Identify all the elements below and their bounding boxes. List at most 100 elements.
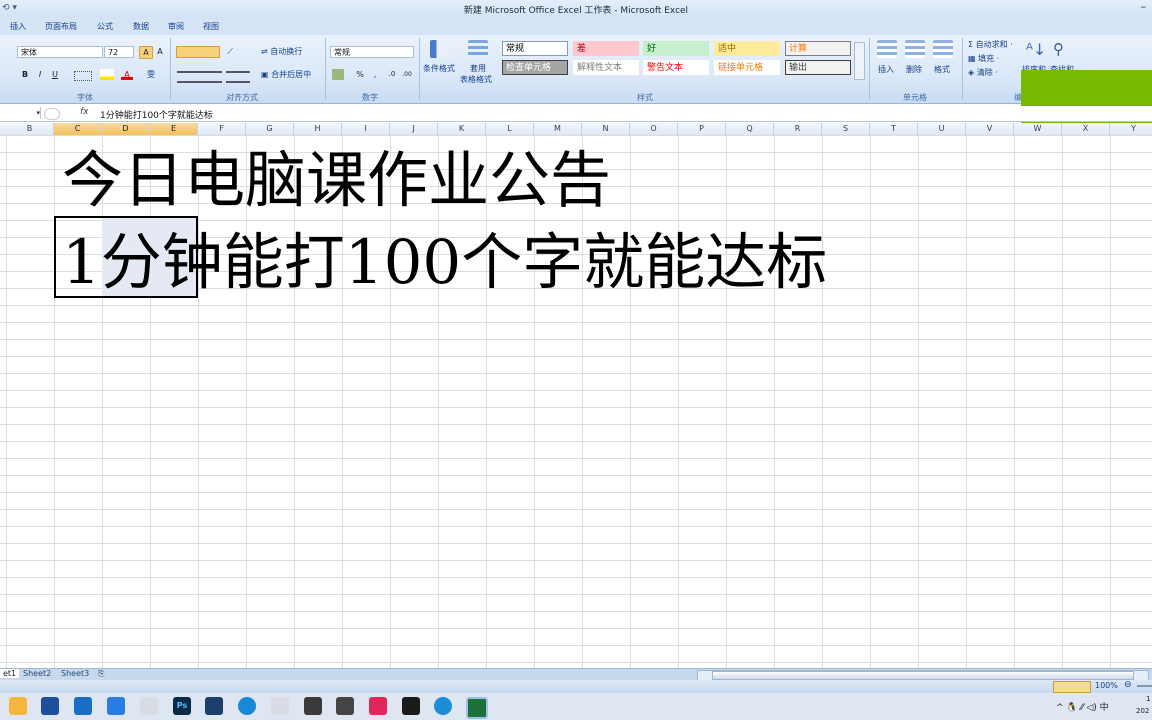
insert-sheet-icon[interactable]: ⎘: [98, 669, 104, 679]
column-header-n[interactable]: N: [582, 123, 630, 135]
zoom-slider[interactable]: [1137, 685, 1152, 687]
clear-button[interactable]: ◈ 清除 ·: [968, 67, 998, 79]
browser-icon[interactable]: [238, 697, 256, 715]
table-format-button-2[interactable]: 表格格式: [460, 74, 492, 86]
column-header-r[interactable]: R: [774, 123, 822, 135]
currency-icon[interactable]: [332, 69, 344, 80]
fill-button[interactable]: ▦ 填充 ·: [968, 53, 999, 65]
border-button[interactable]: [74, 71, 92, 81]
name-box-scroll-icon[interactable]: [44, 108, 60, 120]
cell-style-6[interactable]: 检查单元格: [502, 60, 568, 75]
sort-filter-icon[interactable]: ᴬ↓: [1026, 40, 1046, 59]
fx-button[interactable]: fx: [80, 107, 89, 117]
zoom-out-icon[interactable]: ⊖: [1124, 680, 1132, 690]
conditional-format-icon[interactable]: [430, 40, 450, 58]
tab-review[interactable]: 审阅: [168, 21, 184, 32]
column-header-e[interactable]: E: [150, 123, 198, 135]
formula-input[interactable]: 1分钟能打100个字就能达标: [100, 108, 213, 121]
cell-style-7[interactable]: 解释性文本: [573, 60, 639, 75]
insert-cells-icon[interactable]: [877, 40, 897, 58]
vertical-align-buttons[interactable]: [176, 46, 220, 58]
tab-data[interactable]: 数据: [133, 21, 149, 32]
kugou-icon[interactable]: [434, 697, 452, 715]
sheet-tab-3[interactable]: Sheet3: [58, 669, 92, 678]
column-header-v[interactable]: V: [966, 123, 1014, 135]
indent-buttons[interactable]: [226, 71, 250, 83]
styles-scrollbar[interactable]: [854, 42, 865, 80]
image-app-icon[interactable]: [205, 697, 223, 715]
merge-center-button[interactable]: ▣ 合并后居中: [261, 69, 311, 81]
fill-color-icon[interactable]: [100, 69, 114, 80]
system-tray[interactable]: ^ 🐧 ⁄⁄ ◁) 中: [1056, 700, 1109, 713]
column-header-u[interactable]: U: [918, 123, 966, 135]
shrink-font-button[interactable]: A: [154, 46, 166, 57]
recorder-app-icon[interactable]: [402, 697, 420, 715]
cell-style-4[interactable]: 适中: [714, 41, 780, 56]
format-cells-icon[interactable]: [933, 40, 953, 58]
font-name-field[interactable]: 宋体: [17, 46, 103, 58]
tab-formulas[interactable]: 公式: [97, 21, 113, 32]
cat-app-icon[interactable]: [140, 697, 158, 715]
comma-button[interactable]: ,: [369, 69, 381, 80]
grow-font-button[interactable]: A: [139, 46, 153, 59]
file-explorer-icon[interactable]: [9, 697, 27, 715]
tab-page-layout[interactable]: 页面布局: [45, 21, 77, 32]
autosum-button[interactable]: Σ 自动求和 ·: [968, 39, 1013, 51]
italic-button[interactable]: I: [34, 69, 46, 80]
clock-time[interactable]: 1: [1146, 695, 1150, 703]
minimize-button[interactable]: –: [1141, 0, 1147, 13]
cell-style-9[interactable]: 链接单元格: [714, 60, 780, 75]
zoom-level[interactable]: 100%: [1095, 681, 1118, 690]
wrap-text-button[interactable]: ⇌ 自动换行: [261, 46, 302, 58]
column-header-q[interactable]: Q: [726, 123, 774, 135]
number-format-field[interactable]: 常规: [330, 46, 414, 58]
media-app-icon[interactable]: [304, 697, 322, 715]
tab-view[interactable]: 视图: [203, 21, 219, 32]
excel-taskbar-icon[interactable]: [466, 697, 488, 719]
column-header-m[interactable]: M: [534, 123, 582, 135]
cell-style-2[interactable]: 差: [573, 41, 639, 56]
worksheet-grid[interactable]: 今日电脑课作业公告 1分钟能打100个字就能达标: [0, 135, 1152, 668]
column-header-f[interactable]: F: [198, 123, 246, 135]
increase-decimal-button[interactable]: .0: [386, 69, 398, 80]
sheet-tab-2[interactable]: Sheet2: [20, 669, 54, 678]
orientation-icon[interactable]: ⟋: [224, 46, 236, 57]
column-header-w[interactable]: W: [1014, 123, 1062, 135]
column-header-c[interactable]: C: [54, 123, 102, 135]
column-header-j[interactable]: J: [390, 123, 438, 135]
name-box-dropdown-icon[interactable]: ▾: [0, 107, 41, 119]
column-header-s[interactable]: S: [822, 123, 870, 135]
percent-button[interactable]: %: [354, 69, 366, 80]
mail-icon[interactable]: [74, 697, 92, 715]
format-cells-button[interactable]: 格式: [934, 64, 950, 76]
view-buttons[interactable]: [1053, 681, 1091, 693]
delete-cells-button[interactable]: 删除: [906, 64, 922, 76]
column-header-l[interactable]: L: [486, 123, 534, 135]
column-header-k[interactable]: K: [438, 123, 486, 135]
insert-cells-button[interactable]: 插入: [878, 64, 894, 76]
column-header-o[interactable]: O: [630, 123, 678, 135]
column-header-p[interactable]: P: [678, 123, 726, 135]
column-header-b[interactable]: B: [6, 123, 54, 135]
store-icon[interactable]: [41, 697, 59, 715]
column-header-g[interactable]: G: [246, 123, 294, 135]
horizontal-scroll-thumb[interactable]: [712, 671, 1134, 680]
delete-cells-icon[interactable]: [905, 40, 925, 58]
column-header-d[interactable]: D: [102, 123, 150, 135]
column-header-x[interactable]: X: [1062, 123, 1110, 135]
cell-style-5[interactable]: 计算: [785, 41, 851, 56]
puzzle-app-icon[interactable]: [271, 697, 289, 715]
conditional-format-button[interactable]: 条件格式: [423, 63, 455, 75]
column-header-t[interactable]: T: [870, 123, 918, 135]
music-app-icon[interactable]: [369, 697, 387, 715]
sheet-tab-1[interactable]: et1: [0, 669, 20, 678]
cell-style-3[interactable]: 好: [643, 41, 709, 56]
bold-button[interactable]: B: [19, 69, 31, 80]
cell-style-1[interactable]: 常规: [502, 41, 568, 56]
tab-insert[interactable]: 插入: [10, 21, 26, 32]
find-select-icon[interactable]: ⚲: [1053, 40, 1064, 58]
clock-date[interactable]: 202: [1136, 707, 1149, 715]
horizontal-align-buttons[interactable]: [177, 71, 222, 83]
decrease-decimal-button[interactable]: .00: [401, 69, 413, 80]
photoshop-icon[interactable]: Ps: [173, 697, 191, 715]
